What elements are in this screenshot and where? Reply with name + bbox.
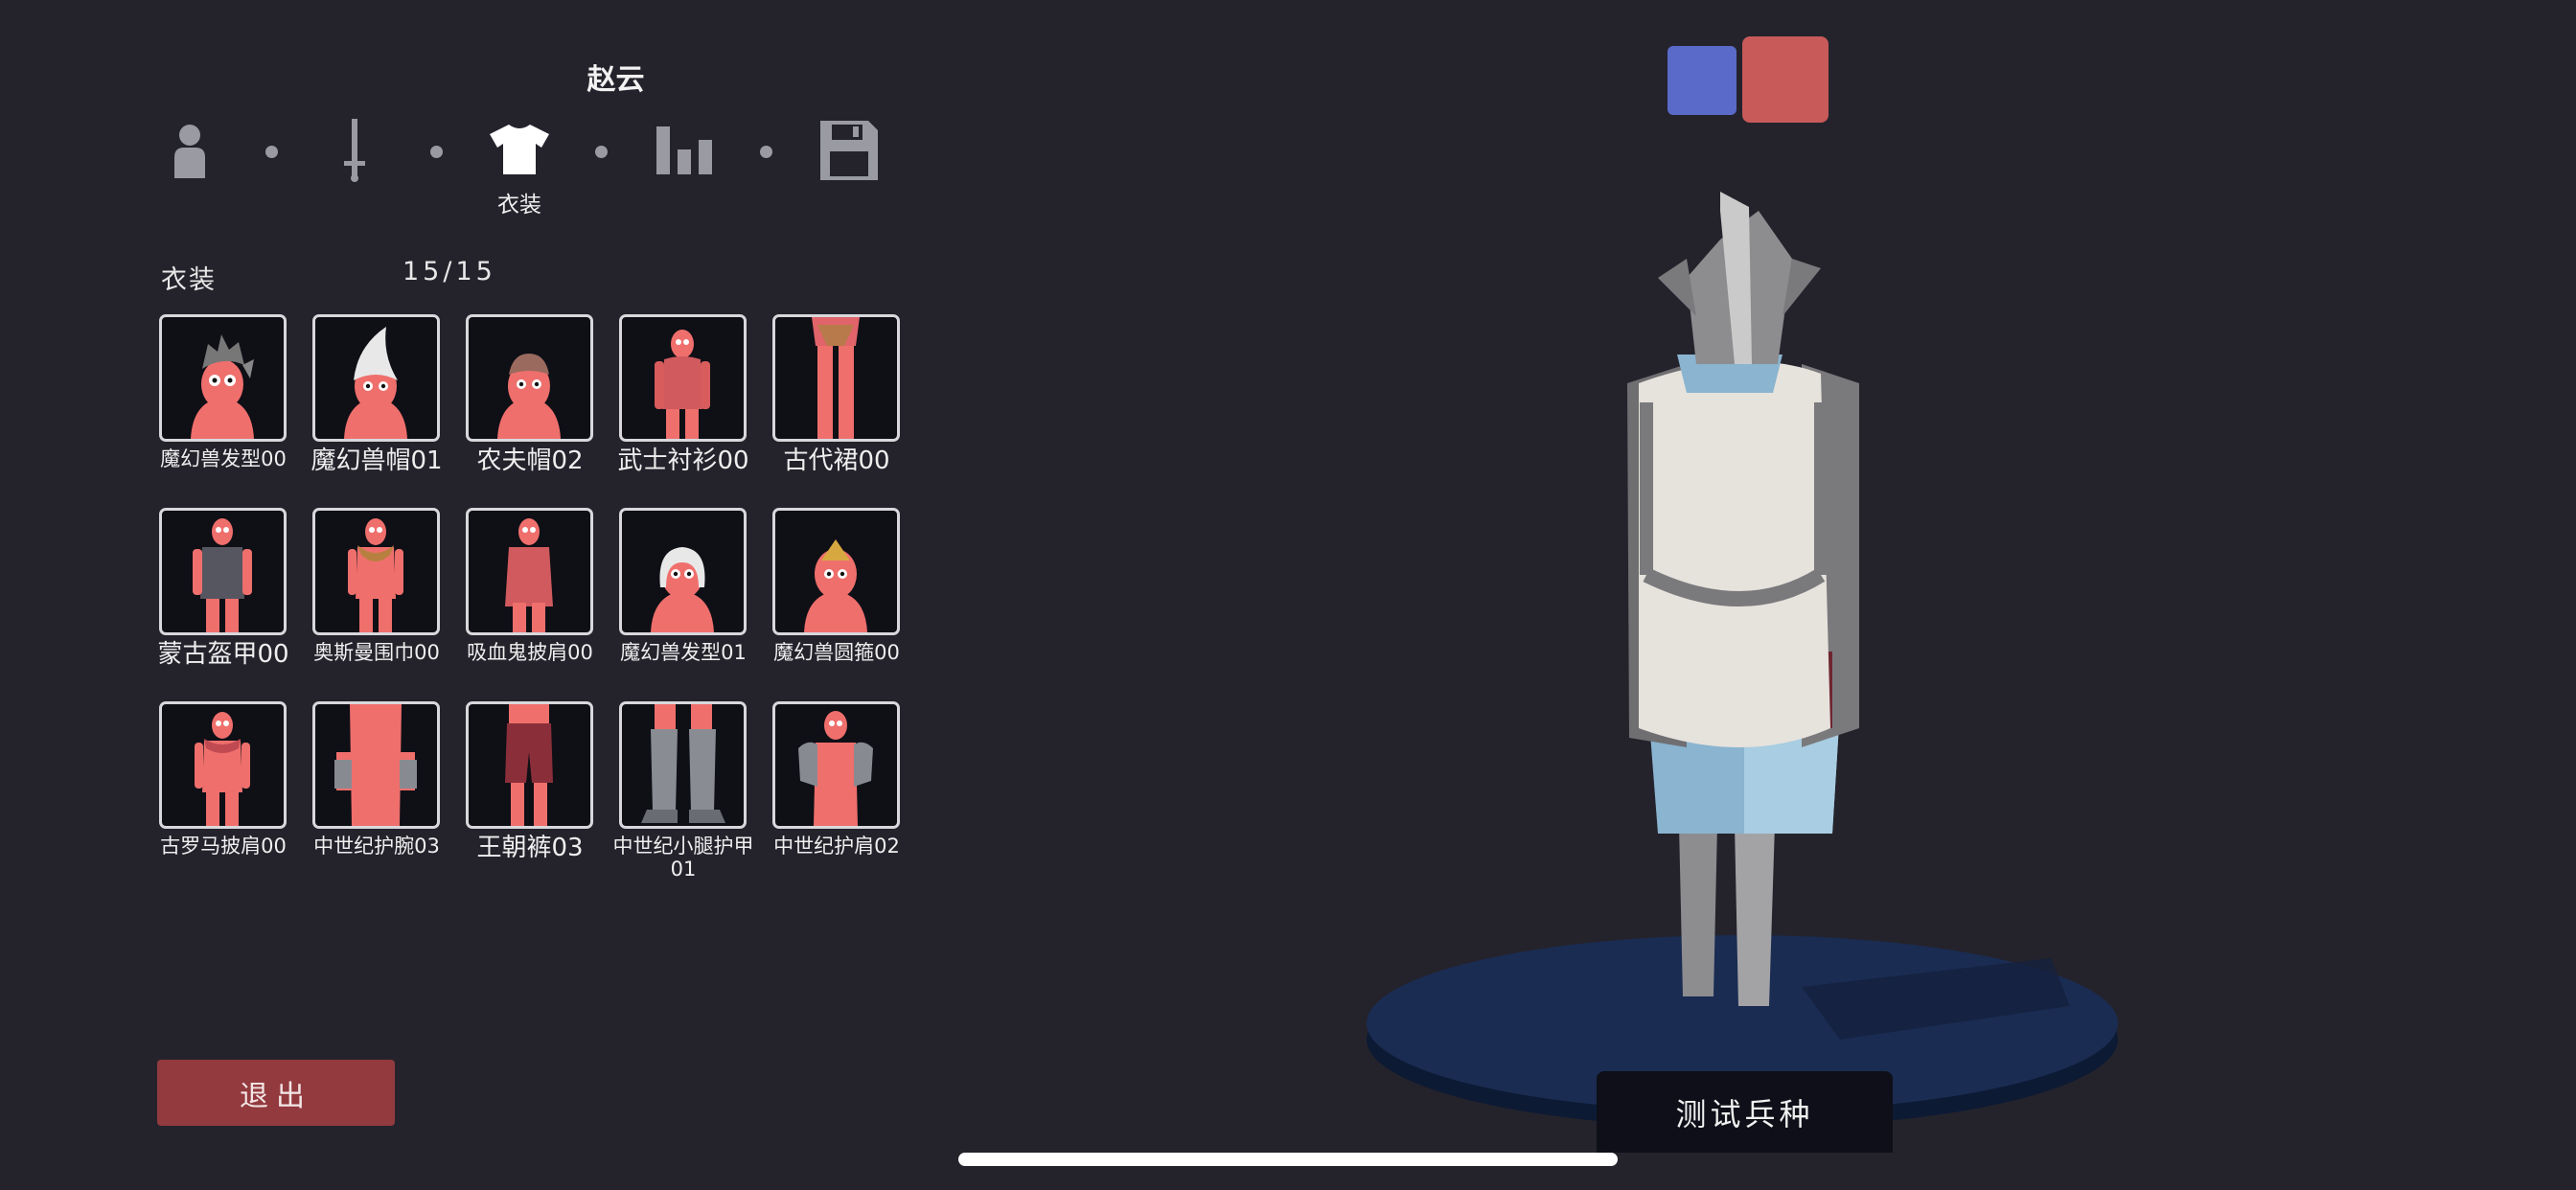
item-label: 奥斯曼围巾00 (313, 641, 440, 664)
step-separator (430, 146, 443, 158)
step-separator (760, 146, 772, 158)
mongol-armor-icon (159, 508, 287, 635)
bracer-icon (312, 701, 440, 829)
item-label: 魔幻兽发型00 (160, 447, 287, 470)
item-count: 15/15 (402, 257, 496, 286)
item-label: 王朝裤03 (476, 834, 584, 862)
item-label: 古罗马披肩00 (160, 835, 287, 858)
pauldron-icon (772, 701, 900, 829)
clothing-item[interactable]: 中世纪护肩02 (772, 701, 900, 858)
clothing-item[interactable]: 王朝裤03 (466, 701, 593, 861)
item-label: 魔幻兽发型01 (620, 641, 747, 664)
floppy-disk-icon[interactable] (820, 121, 878, 180)
clothing-item[interactable]: 魔幻兽发型00 (159, 314, 287, 470)
step-label-clothing: 衣装 (497, 193, 541, 217)
person-icon[interactable] (171, 123, 209, 178)
samurai-shirt-icon (619, 314, 747, 442)
ancient-skirt-icon (772, 314, 900, 442)
item-label: 蒙古盔甲00 (157, 640, 289, 669)
clothing-item[interactable]: 武士衬衫00 (617, 314, 749, 474)
clothing-item[interactable]: 魔幻兽帽01 (310, 314, 443, 474)
clothing-item[interactable]: 中世纪护腕03 (312, 701, 440, 858)
item-label: 吸血鬼披肩00 (467, 641, 593, 664)
clothing-item[interactable]: 古代裙00 (772, 314, 900, 474)
ottoman-scarf-icon (312, 508, 440, 635)
test-unit-button[interactable]: 测试兵种 (1597, 1071, 1893, 1153)
exit-button[interactable]: 退出 (157, 1060, 395, 1126)
step-separator (265, 146, 278, 158)
item-label: 中世纪护腕03 (313, 835, 440, 858)
clothing-item[interactable]: 魔幻兽发型01 (619, 508, 747, 664)
unit-name: 赵云 (586, 63, 645, 97)
farmer-hat-icon (466, 314, 593, 442)
item-label: 古代裙00 (783, 446, 890, 475)
section-title: 衣装 (161, 265, 217, 295)
bar-chart-icon[interactable] (656, 126, 712, 174)
crown-icon (772, 508, 900, 635)
clothing-item[interactable]: 吸血鬼披肩00 (466, 508, 593, 664)
clothing-item[interactable]: 魔幻兽圆箍00 (772, 508, 900, 664)
item-label: 中世纪小腿护甲01 (612, 835, 754, 881)
step-separator (595, 146, 608, 158)
team-blue-button[interactable] (1668, 46, 1736, 115)
hat-horn-icon (312, 314, 440, 442)
clothing-item[interactable]: 农夫帽02 (466, 314, 593, 474)
item-label: 农夫帽02 (476, 446, 584, 475)
clothing-item[interactable]: 古罗马披肩00 (159, 701, 287, 858)
team-red-button[interactable] (1742, 36, 1828, 123)
clothing-item[interactable]: 蒙古盔甲00 (157, 508, 289, 668)
unit-preview[interactable] (1342, 172, 2128, 1150)
clothing-item[interactable]: 奥斯曼围巾00 (312, 508, 440, 664)
sword-icon[interactable] (340, 119, 369, 182)
roman-cape-icon (159, 701, 287, 829)
shirt-icon[interactable] (490, 125, 549, 174)
hair-white-icon (619, 508, 747, 635)
item-label: 中世纪护肩02 (773, 835, 900, 858)
greaves-icon (619, 701, 747, 829)
clothing-item[interactable]: 中世纪小腿护甲01 (613, 701, 754, 881)
item-label: 武士衬衫00 (617, 446, 749, 475)
dynasty-pants-icon (466, 701, 593, 829)
hair-spiky-icon (159, 314, 287, 442)
vampire-cape-icon (466, 508, 593, 635)
item-label: 魔幻兽圆箍00 (773, 641, 900, 664)
home-indicator[interactable] (958, 1153, 1618, 1166)
item-label: 魔幻兽帽01 (310, 446, 443, 475)
